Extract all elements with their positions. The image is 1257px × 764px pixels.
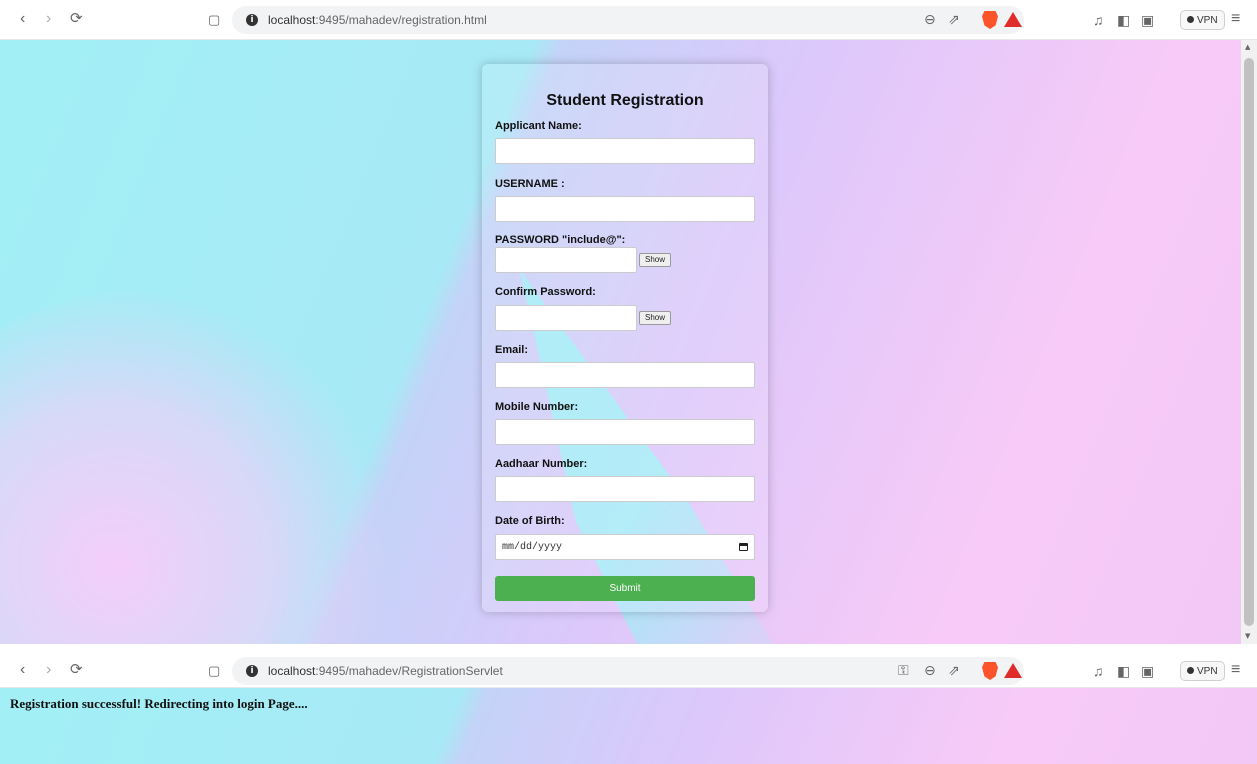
- zoom-icon[interactable]: ⊖: [924, 12, 936, 28]
- menu-icon[interactable]: ≡: [1231, 11, 1240, 27]
- form-title: Student Registration: [546, 92, 704, 109]
- confirm-password-label: Confirm Password:: [495, 286, 596, 298]
- username-label: USERNAME :: [495, 178, 565, 190]
- browser-toolbar: ‹ › ⟳ ▢ i localhost:9495/mahadev/registr…: [0, 0, 1257, 40]
- bookmark-icon[interactable]: ▢: [208, 12, 220, 28]
- brave-rewards-icon[interactable]: [1004, 663, 1022, 678]
- applicant-name-label: Applicant Name:: [495, 120, 582, 132]
- url-text: localhost:9495/mahadev/registration.html: [268, 13, 487, 27]
- back-icon[interactable]: ‹: [20, 662, 25, 678]
- date-of-birth-input[interactable]: mm/dd/yyyy: [495, 534, 755, 560]
- show-password-button[interactable]: Show: [639, 253, 671, 267]
- key-icon[interactable]: ⚿: [898, 663, 909, 679]
- password-input[interactable]: [495, 247, 637, 273]
- show-confirm-password-button[interactable]: Show: [639, 311, 671, 325]
- wallet-icon[interactable]: ▣: [1141, 12, 1154, 28]
- brave-rewards-icon[interactable]: [1004, 12, 1022, 27]
- reload-icon[interactable]: ⟳: [70, 662, 83, 678]
- vpn-button[interactable]: VPN: [1180, 10, 1225, 30]
- media-icon[interactable]: ♫: [1093, 12, 1104, 28]
- menu-icon[interactable]: ≡: [1231, 662, 1240, 678]
- site-info-icon[interactable]: i: [246, 665, 258, 677]
- browser-window-servlet: ‹ › ⟳ ▢ i localhost:9495/mahadev/Registr…: [0, 654, 1257, 764]
- confirm-password-input[interactable]: [495, 305, 637, 331]
- date-of-birth-label: Date of Birth:: [495, 515, 565, 527]
- share-icon[interactable]: ⇗: [948, 663, 960, 679]
- brave-shield-icon[interactable]: [982, 662, 998, 680]
- sidebar-icon[interactable]: ◧: [1117, 663, 1130, 679]
- media-icon[interactable]: ♫: [1093, 663, 1104, 679]
- email-label: Email:: [495, 344, 529, 356]
- wallet-icon[interactable]: ▣: [1141, 663, 1154, 679]
- calendar-icon[interactable]: [739, 543, 748, 551]
- username-input[interactable]: [495, 196, 755, 222]
- reload-icon[interactable]: ⟳: [70, 11, 83, 27]
- applicant-name-input[interactable]: [495, 138, 755, 164]
- registration-form: Student Registration Applicant Name: USE…: [482, 64, 768, 612]
- scroll-up-icon[interactable]: ▲: [1245, 43, 1250, 51]
- page-content: Registration successful! Redirecting int…: [0, 688, 1257, 764]
- back-icon[interactable]: ‹: [20, 11, 25, 27]
- vpn-status-icon: [1187, 16, 1194, 23]
- vpn-status-icon: [1187, 667, 1194, 674]
- browser-toolbar: ‹ › ⟳ ▢ i localhost:9495/mahadev/Registr…: [0, 654, 1257, 688]
- password-label: PASSWORD "include@":: [495, 234, 626, 246]
- mobile-number-label: Mobile Number:: [495, 401, 579, 413]
- mobile-number-input[interactable]: [495, 419, 755, 445]
- brave-shield-icon[interactable]: [982, 11, 998, 29]
- submit-button[interactable]: Submit: [495, 576, 755, 601]
- share-icon[interactable]: ⇗: [948, 12, 960, 28]
- forward-icon[interactable]: ›: [46, 662, 51, 678]
- scrollbar[interactable]: ▲ ▼: [1241, 40, 1257, 644]
- scroll-down-icon[interactable]: ▼: [1245, 632, 1250, 640]
- aadhaar-number-input[interactable]: [495, 476, 755, 502]
- zoom-icon[interactable]: ⊖: [924, 663, 936, 679]
- success-message: Registration successful! Redirecting int…: [10, 696, 308, 711]
- forward-icon[interactable]: ›: [46, 11, 51, 27]
- url-text: localhost:9495/mahadev/RegistrationServl…: [268, 664, 503, 678]
- aadhaar-number-label: Aadhaar Number:: [495, 458, 588, 470]
- page-content: Student Registration Applicant Name: USE…: [0, 40, 1241, 644]
- site-info-icon[interactable]: i: [246, 14, 258, 26]
- address-bar[interactable]: i localhost:9495/mahadev/registration.ht…: [232, 6, 1024, 34]
- bookmark-icon[interactable]: ▢: [208, 663, 220, 679]
- email-input[interactable]: [495, 362, 755, 388]
- address-bar[interactable]: i localhost:9495/mahadev/RegistrationSer…: [232, 657, 1024, 685]
- sidebar-icon[interactable]: ◧: [1117, 12, 1130, 28]
- vpn-button[interactable]: VPN: [1180, 661, 1225, 681]
- browser-window-registration: ‹ › ⟳ ▢ i localhost:9495/mahadev/registr…: [0, 0, 1257, 648]
- scrollbar-thumb[interactable]: [1244, 58, 1254, 626]
